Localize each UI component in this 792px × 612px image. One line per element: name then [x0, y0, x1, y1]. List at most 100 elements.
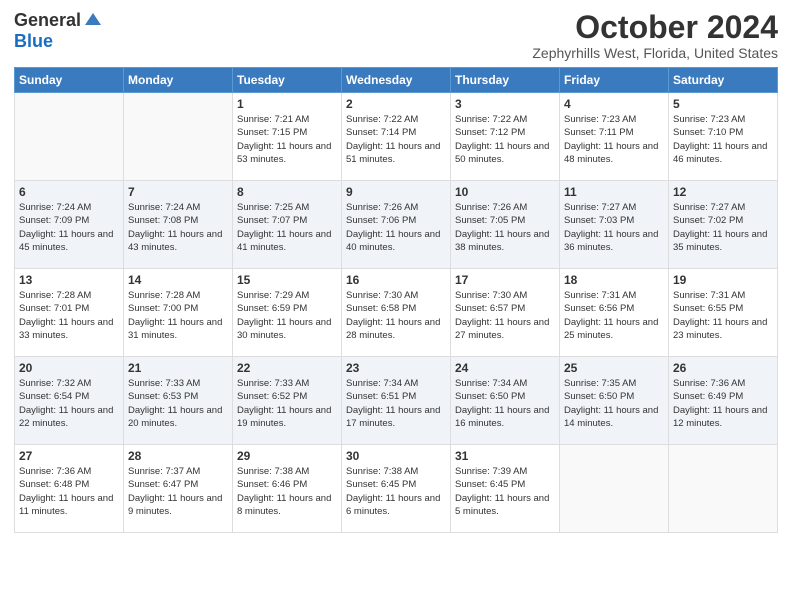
day-cell	[15, 93, 124, 181]
day-info: Sunrise: 7:33 AMSunset: 6:53 PMDaylight:…	[128, 377, 228, 430]
day-number: 19	[673, 273, 773, 287]
day-info: Sunrise: 7:38 AMSunset: 6:45 PMDaylight:…	[346, 465, 446, 518]
day-number: 6	[19, 185, 119, 199]
day-cell: 29Sunrise: 7:38 AMSunset: 6:46 PMDayligh…	[233, 445, 342, 533]
day-cell	[560, 445, 669, 533]
day-info: Sunrise: 7:33 AMSunset: 6:52 PMDaylight:…	[237, 377, 337, 430]
day-number: 11	[564, 185, 664, 199]
weekday-header-wednesday: Wednesday	[342, 68, 451, 93]
weekday-header-sunday: Sunday	[15, 68, 124, 93]
day-cell: 14 Sunrise: 7:28 AMSunset: 7:00 PMDayligh…	[124, 269, 233, 357]
day-cell: 3 Sunrise: 7:22 AMSunset: 7:12 PMDaylight…	[451, 93, 560, 181]
day-number: 23	[346, 361, 446, 375]
day-cell: 22 Sunrise: 7:33 AMSunset: 6:52 PMDayligh…	[233, 357, 342, 445]
day-info: Sunrise: 7:34 AMSunset: 6:51 PMDaylight:…	[346, 377, 446, 430]
day-cell: 1Sunrise: 7:21 AMSunset: 7:15 PMDaylight…	[233, 93, 342, 181]
week-row-1: 1Sunrise: 7:21 AMSunset: 7:15 PMDaylight…	[15, 93, 778, 181]
day-info: Sunrise: 7:30 AMSunset: 6:58 PMDaylight:…	[346, 289, 446, 342]
logo-general-text: General	[14, 10, 81, 31]
day-number: 15	[237, 273, 337, 287]
day-cell	[669, 445, 778, 533]
weekday-header-tuesday: Tuesday	[233, 68, 342, 93]
day-info: Sunrise: 7:31 AMSunset: 6:55 PMDaylight:…	[673, 289, 773, 342]
week-row-5: 27Sunrise: 7:36 AMSunset: 6:48 PMDayligh…	[15, 445, 778, 533]
day-cell: 7 Sunrise: 7:24 AMSunset: 7:08 PMDaylight…	[124, 181, 233, 269]
logo: General Blue	[14, 10, 103, 52]
day-number: 3	[455, 97, 555, 111]
day-info: Sunrise: 7:35 AMSunset: 6:50 PMDaylight:…	[564, 377, 664, 430]
day-info: Sunrise: 7:38 AMSunset: 6:46 PMDaylight:…	[237, 465, 337, 518]
day-info: Sunrise: 7:23 AMSunset: 7:10 PMDaylight:…	[673, 113, 773, 166]
weekday-header-thursday: Thursday	[451, 68, 560, 93]
day-number: 31	[455, 449, 555, 463]
day-cell: 13Sunrise: 7:28 AMSunset: 7:01 PMDayligh…	[15, 269, 124, 357]
title-block: October 2024 Zephyrhills West, Florida, …	[532, 10, 778, 61]
week-row-4: 20Sunrise: 7:32 AMSunset: 6:54 PMDayligh…	[15, 357, 778, 445]
day-number: 2	[346, 97, 446, 111]
day-cell: 25 Sunrise: 7:35 AMSunset: 6:50 PMDayligh…	[560, 357, 669, 445]
day-cell: 5 Sunrise: 7:23 AMSunset: 7:10 PMDaylight…	[669, 93, 778, 181]
day-info: Sunrise: 7:29 AMSunset: 6:59 PMDaylight:…	[237, 289, 337, 342]
day-cell: 20Sunrise: 7:32 AMSunset: 6:54 PMDayligh…	[15, 357, 124, 445]
day-cell: 15 Sunrise: 7:29 AMSunset: 6:59 PMDayligh…	[233, 269, 342, 357]
weekday-header-saturday: Saturday	[669, 68, 778, 93]
weekday-header-monday: Monday	[124, 68, 233, 93]
month-title: October 2024	[532, 10, 778, 45]
week-row-2: 6 Sunrise: 7:24 AMSunset: 7:09 PMDaylight…	[15, 181, 778, 269]
weekday-header-friday: Friday	[560, 68, 669, 93]
day-cell: 4Sunrise: 7:23 AMSunset: 7:11 PMDaylight…	[560, 93, 669, 181]
day-cell: 26 Sunrise: 7:36 AMSunset: 6:49 PMDayligh…	[669, 357, 778, 445]
day-cell: 12 Sunrise: 7:27 AMSunset: 7:02 PMDayligh…	[669, 181, 778, 269]
day-number: 22	[237, 361, 337, 375]
day-info: Sunrise: 7:27 AMSunset: 7:03 PMDaylight:…	[564, 201, 664, 254]
calendar-container: General Blue October 2024 Zephyrhills We…	[0, 0, 792, 547]
day-info: Sunrise: 7:23 AMSunset: 7:11 PMDaylight:…	[564, 113, 664, 166]
day-info: Sunrise: 7:37 AMSunset: 6:47 PMDaylight:…	[128, 465, 228, 518]
day-info: Sunrise: 7:26 AMSunset: 7:05 PMDaylight:…	[455, 201, 555, 254]
day-info: Sunrise: 7:39 AMSunset: 6:45 PMDaylight:…	[455, 465, 555, 518]
day-info: Sunrise: 7:27 AMSunset: 7:02 PMDaylight:…	[673, 201, 773, 254]
day-cell: 23 Sunrise: 7:34 AMSunset: 6:51 PMDayligh…	[342, 357, 451, 445]
day-info: Sunrise: 7:34 AMSunset: 6:50 PMDaylight:…	[455, 377, 555, 430]
day-info: Sunrise: 7:26 AMSunset: 7:06 PMDaylight:…	[346, 201, 446, 254]
day-info: Sunrise: 7:22 AMSunset: 7:12 PMDaylight:…	[455, 113, 555, 166]
day-info: Sunrise: 7:25 AMSunset: 7:07 PMDaylight:…	[237, 201, 337, 254]
day-number: 5	[673, 97, 773, 111]
day-cell: 30Sunrise: 7:38 AMSunset: 6:45 PMDayligh…	[342, 445, 451, 533]
day-cell: 10 Sunrise: 7:26 AMSunset: 7:05 PMDayligh…	[451, 181, 560, 269]
day-number: 26	[673, 361, 773, 375]
day-number: 14	[128, 273, 228, 287]
location: Zephyrhills West, Florida, United States	[532, 45, 778, 61]
calendar-body: 1Sunrise: 7:21 AMSunset: 7:15 PMDaylight…	[15, 93, 778, 533]
day-number: 12	[673, 185, 773, 199]
day-cell	[124, 93, 233, 181]
day-number: 28	[128, 449, 228, 463]
header: General Blue October 2024 Zephyrhills We…	[14, 10, 778, 61]
day-cell: 31 Sunrise: 7:39 AMSunset: 6:45 PMDayligh…	[451, 445, 560, 533]
day-number: 27	[19, 449, 119, 463]
weekday-header-row: SundayMondayTuesdayWednesdayThursdayFrid…	[15, 68, 778, 93]
day-number: 21	[128, 361, 228, 375]
day-number: 16	[346, 273, 446, 287]
day-number: 25	[564, 361, 664, 375]
day-cell: 16 Sunrise: 7:30 AMSunset: 6:58 PMDayligh…	[342, 269, 451, 357]
calendar-table: SundayMondayTuesdayWednesdayThursdayFrid…	[14, 67, 778, 533]
day-cell: 17Sunrise: 7:30 AMSunset: 6:57 PMDayligh…	[451, 269, 560, 357]
day-info: Sunrise: 7:28 AMSunset: 7:00 PMDaylight:…	[128, 289, 228, 342]
day-cell: 28 Sunrise: 7:37 AMSunset: 6:47 PMDayligh…	[124, 445, 233, 533]
day-number: 10	[455, 185, 555, 199]
day-info: Sunrise: 7:22 AMSunset: 7:14 PMDaylight:…	[346, 113, 446, 166]
day-number: 17	[455, 273, 555, 287]
day-number: 7	[128, 185, 228, 199]
day-info: Sunrise: 7:21 AMSunset: 7:15 PMDaylight:…	[237, 113, 337, 166]
day-info: Sunrise: 7:36 AMSunset: 6:49 PMDaylight:…	[673, 377, 773, 430]
logo-blue-text: Blue	[14, 31, 53, 52]
day-number: 20	[19, 361, 119, 375]
day-info: Sunrise: 7:24 AMSunset: 7:08 PMDaylight:…	[128, 201, 228, 254]
day-info: Sunrise: 7:24 AMSunset: 7:09 PMDaylight:…	[19, 201, 119, 254]
day-cell: 21 Sunrise: 7:33 AMSunset: 6:53 PMDayligh…	[124, 357, 233, 445]
day-cell: 11 Sunrise: 7:27 AMSunset: 7:03 PMDayligh…	[560, 181, 669, 269]
day-number: 18	[564, 273, 664, 287]
day-cell: 8Sunrise: 7:25 AMSunset: 7:07 PMDaylight…	[233, 181, 342, 269]
day-cell: 18Sunrise: 7:31 AMSunset: 6:56 PMDayligh…	[560, 269, 669, 357]
